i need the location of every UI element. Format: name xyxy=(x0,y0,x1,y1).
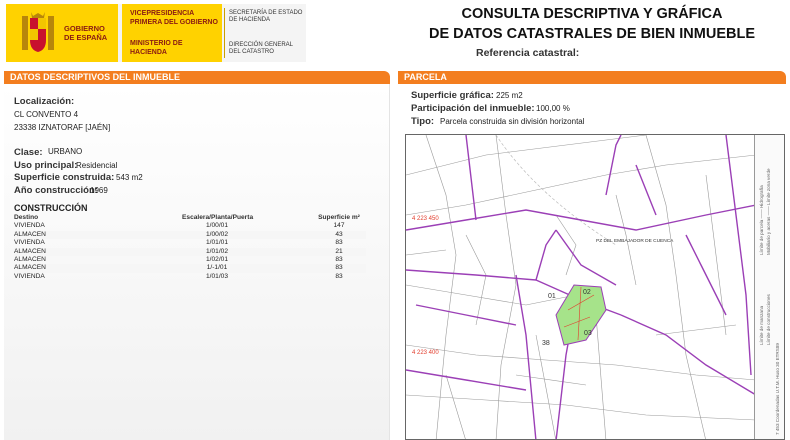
vicepresidencia-text: VICEPRESIDENCIA PRIMERA DEL GOBIERNO xyxy=(130,10,218,26)
superficie-grafica-value: 225 m2 xyxy=(496,91,523,100)
cell-superficie: 147 xyxy=(333,222,345,230)
legend-item-parcela: Límite de parcela —— Hidrografía xyxy=(759,185,764,255)
map-parcel-03-label: 03 xyxy=(584,330,592,337)
parcela-header: PARCELA xyxy=(398,71,786,84)
cell-superficie: 43 xyxy=(335,230,343,238)
table-header-row: Destino Escalera/Planta/Puerta Superfici… xyxy=(14,214,366,222)
address-line1: CL CONVENTO 4 xyxy=(14,110,79,119)
cell-destino: VIVIENDA xyxy=(14,239,45,247)
table-row: VIVIENDA 1/00/01 147 xyxy=(14,222,366,230)
table-row: VIVIENDA 1/01/03 83 xyxy=(14,273,366,281)
map-coordinate-bottom: 4 223 400 xyxy=(412,350,439,356)
logo-divider xyxy=(224,8,225,58)
map-parcel-38-label: 38 xyxy=(542,340,550,347)
table-row: ALMACEN 1/00/02 43 xyxy=(14,230,366,240)
superficie-grafica-label: Superficie gráfica: xyxy=(411,90,494,101)
map-parcel-02-label: 02 xyxy=(583,289,591,296)
cadastral-map-drawing xyxy=(406,135,756,439)
cell-destino: ALMACEN xyxy=(14,255,46,263)
table-row: ALMACEN 1/01/02 21 xyxy=(14,247,366,256)
cell-escalera: 1/01/03 xyxy=(206,272,228,280)
map-parcel-01-label: 01 xyxy=(548,293,556,300)
localizacion-label: Localización: xyxy=(14,96,75,107)
clase-label: Clase: xyxy=(14,147,43,158)
cell-superficie: 83 xyxy=(335,264,343,272)
table-header-escalera: Escalera/Planta/Puerta xyxy=(182,214,254,221)
direccion-catastro-text: DIRECCIÓN GENERAL DEL CATASTRO xyxy=(229,42,293,55)
cell-superficie: 83 xyxy=(335,239,343,247)
gobierno-espana-text: GOBIERNO DE ESPAÑA xyxy=(64,24,108,42)
cell-superficie: 21 xyxy=(335,247,343,255)
cell-escalera: 1/01/02 xyxy=(206,247,228,255)
cell-escalera: 1/00/02 xyxy=(206,230,228,238)
anio-construccion-value: 1969 xyxy=(90,186,108,195)
map-street-label: PZ DEL EMBAJADOR DE CUENCA xyxy=(596,239,674,244)
ministerio-text: MINISTERIO DE HACIENDA xyxy=(130,40,183,56)
clase-value: URBANO xyxy=(48,147,83,156)
legend-item-mobiliario: Mobiliario y aceras —— Límite zona verde xyxy=(766,168,771,255)
uso-principal-value: Residencial xyxy=(76,161,118,170)
address-line2: 23338 IZNATORAF [JAÉN] xyxy=(14,123,111,132)
table-row: ALMACEN 1/02/01 83 xyxy=(14,256,366,264)
page-title-line2: DE DATOS CATASTRALES DE BIEN INMUEBLE xyxy=(429,26,755,42)
cadastral-map: 4 223 450 4 223 400 01 02 03 38 PZ DEL E… xyxy=(405,134,785,440)
tipo-label: Tipo: xyxy=(411,116,435,127)
legend-item-manzana: Límite de manzana xyxy=(759,305,764,345)
table-header-destino: Destino xyxy=(14,214,39,221)
referencia-catastral-label: Referencia catastral: xyxy=(476,47,580,59)
document-header: GOBIERNO DE ESPAÑA VICEPRESIDENCIA PRIME… xyxy=(0,0,790,68)
table-row: VIVIENDA 1/01/01 83 xyxy=(14,239,366,247)
cell-destino: ALMACEN xyxy=(14,264,46,272)
cell-destino: ALMACEN xyxy=(14,230,46,238)
construccion-title: CONSTRUCCIÓN xyxy=(14,203,88,213)
map-coordinate-top: 4 223 450 xyxy=(412,216,439,222)
page-title-line1: CONSULTA DESCRIPTIVA Y GRÁFICA xyxy=(461,6,723,22)
cell-escalera: 1/00/01 xyxy=(206,222,228,230)
cell-escalera: 1/-1/01 xyxy=(206,264,228,272)
legend-item-construcciones: Límite de construcciones xyxy=(766,294,771,345)
cell-destino: VIVIENDA xyxy=(14,272,45,280)
secretaria-text: SECRETARÍA DE ESTADO DE HACIENDA xyxy=(229,10,303,23)
superficie-construida-label: Superficie construida: xyxy=(14,172,115,183)
tipo-value: Parcela construida sin división horizont… xyxy=(440,117,585,126)
map-legend: Límite de parcela —— Hidrografía Mobilia… xyxy=(754,135,784,439)
cell-destino: VIVIENDA xyxy=(14,222,45,230)
anio-construccion-label: Año construcción: xyxy=(14,185,98,196)
legend-item-coordenadas: 7 453 Coordenadas U.T.M. Huso 30 ETRS89 xyxy=(775,343,780,435)
participacion-value: 100,00 % xyxy=(536,104,570,113)
participacion-label: Participación del inmueble: xyxy=(411,103,535,114)
cell-superficie: 83 xyxy=(335,255,343,263)
uso-principal-label: Uso principal: xyxy=(14,160,78,171)
construction-table: Destino Escalera/Planta/Puerta Superfici… xyxy=(14,214,366,281)
coat-of-arms-icon xyxy=(22,12,54,52)
table-row: ALMACEN 1/-1/01 83 xyxy=(14,264,366,273)
table-header-superficie: Superficie m² xyxy=(318,214,360,221)
cell-escalera: 1/02/01 xyxy=(206,255,228,263)
superficie-construida-value: 543 m2 xyxy=(116,173,143,182)
cell-superficie: 83 xyxy=(335,272,343,280)
cell-destino: ALMACEN xyxy=(14,247,46,255)
cell-escalera: 1/01/01 xyxy=(206,239,228,247)
datos-descriptivos-header: DATOS DESCRIPTIVOS DEL INMUEBLE xyxy=(4,71,390,84)
